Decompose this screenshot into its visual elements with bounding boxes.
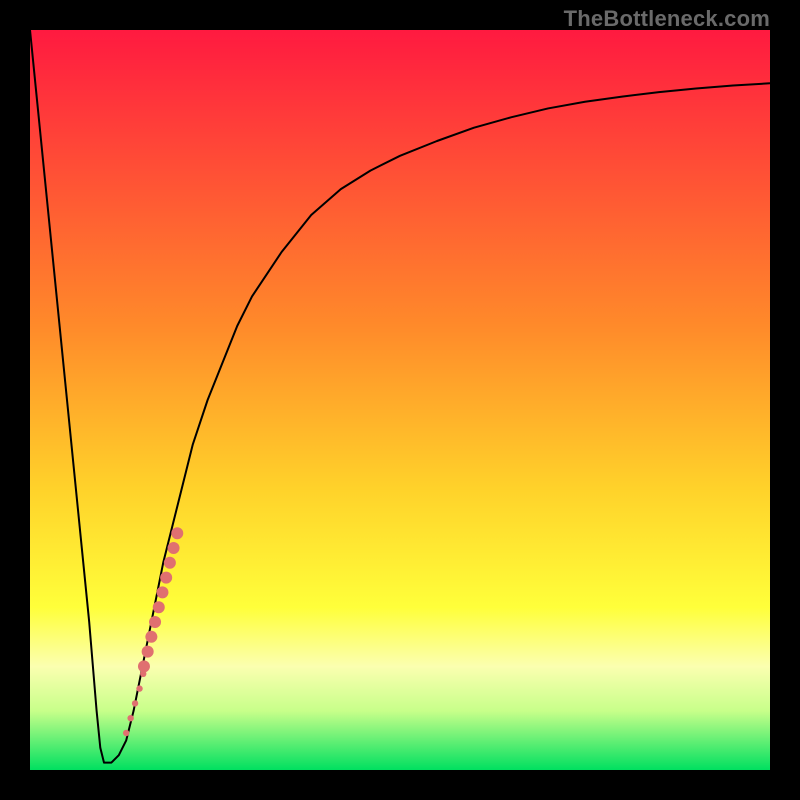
scatter-point — [123, 730, 129, 736]
scatter-point — [127, 715, 133, 721]
scatter-point — [149, 616, 161, 628]
scatter-point — [145, 631, 157, 643]
scatter-point — [142, 646, 154, 658]
scatter-point — [160, 572, 172, 584]
watermark-text: TheBottleneck.com — [564, 6, 770, 32]
plot-area — [30, 30, 770, 770]
scatter-point — [138, 660, 150, 672]
scatter-point — [171, 527, 183, 539]
scatter-point — [168, 542, 180, 554]
scatter-point — [136, 685, 142, 691]
scatter-point — [164, 557, 176, 569]
gradient-background — [30, 30, 770, 770]
chart-svg — [30, 30, 770, 770]
chart-outer: TheBottleneck.com — [0, 0, 800, 800]
scatter-point — [153, 601, 165, 613]
scatter-point — [132, 700, 138, 706]
scatter-point — [156, 586, 168, 598]
